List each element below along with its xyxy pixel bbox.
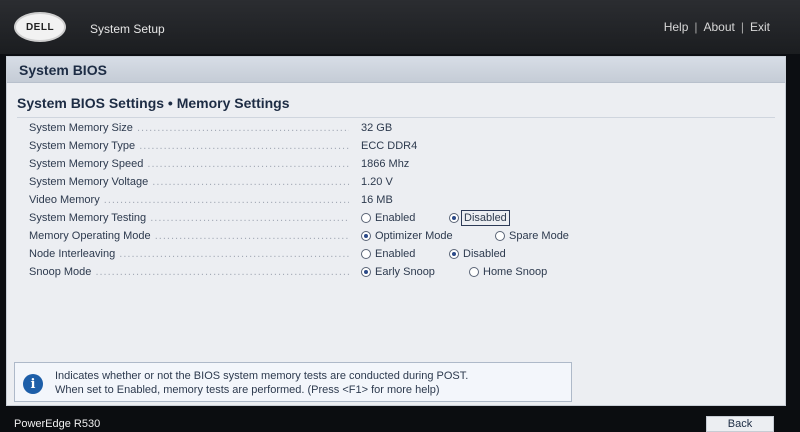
help-text: Indicates whether or not the BIOS system… — [55, 369, 468, 397]
dell-logo: DELL — [14, 12, 66, 42]
setting-label: System Memory Testing — [29, 212, 349, 224]
radio-checked-icon[interactable] — [449, 213, 459, 223]
setting-row-memory-type: System Memory Type ECC DDR4 — [29, 138, 769, 156]
setting-row-memory-speed: System Memory Speed 1866 Mhz — [29, 156, 769, 174]
help-info-box: i Indicates whether or not the BIOS syst… — [14, 362, 572, 402]
setting-row-memory-size: System Memory Size 32 GB — [29, 120, 769, 138]
link-separator: | — [740, 20, 744, 34]
radio-checked-icon[interactable] — [361, 267, 371, 277]
option-enabled[interactable]: Enabled — [361, 212, 415, 224]
setting-label: System Memory Speed — [29, 158, 349, 170]
radio-checked-icon[interactable] — [449, 249, 459, 259]
exit-link[interactable]: Exit — [750, 20, 770, 34]
setting-value: 32 GB — [361, 122, 393, 134]
option-spare-mode[interactable]: Spare Mode — [495, 230, 569, 242]
option-early-snoop[interactable]: Early Snoop — [361, 266, 435, 278]
footer-bar: PowerEdge R530 Back — [0, 410, 800, 432]
help-text-line: When set to Enabled, memory tests are pe… — [55, 384, 440, 396]
setting-label: Node Interleaving — [29, 248, 349, 260]
option-label: Spare Mode — [509, 230, 569, 242]
option-enabled[interactable]: Enabled — [361, 248, 415, 260]
setting-row-operating-mode: Memory Operating Mode Optimizer Mode Spa… — [29, 228, 769, 246]
about-link[interactable]: About — [704, 20, 735, 34]
title-divider — [17, 117, 775, 118]
setting-value: 1.20 V — [361, 176, 393, 188]
setting-label: System Memory Voltage — [29, 176, 349, 188]
setting-value: 16 MB — [361, 194, 393, 206]
top-links: Help | About | Exit — [664, 20, 770, 34]
setting-row-node-interleaving: Node Interleaving Enabled Disabled — [29, 246, 769, 264]
setting-label: System Memory Type — [29, 140, 349, 152]
setting-row-memory-voltage: System Memory Voltage 1.20 V — [29, 174, 769, 192]
option-label: Enabled — [375, 212, 416, 224]
top-bar: DELL System Setup Help | About | Exit — [0, 0, 800, 54]
help-link[interactable]: Help — [664, 20, 689, 34]
link-separator: | — [694, 20, 698, 34]
option-disabled[interactable]: Disabled — [449, 248, 506, 260]
setting-label: Memory Operating Mode — [29, 230, 349, 242]
settings-list: System Memory Size 32 GB System Memory T… — [29, 120, 769, 282]
setting-value: 1866 Mhz — [361, 158, 410, 170]
option-label: Home Snoop — [483, 266, 548, 278]
setting-row-video-memory: Video Memory 16 MB — [29, 192, 769, 210]
option-disabled[interactable]: Disabled — [449, 210, 510, 226]
setting-label: Snoop Mode — [29, 266, 349, 278]
setting-row-snoop-mode: Snoop Mode Early Snoop Home Snoop — [29, 264, 769, 282]
option-optimizer-mode[interactable]: Optimizer Mode — [361, 230, 453, 242]
option-label: Disabled — [461, 210, 510, 226]
radio-unchecked-icon[interactable] — [469, 267, 479, 277]
page-title: System BIOS Settings • Memory Settings — [17, 95, 290, 111]
settings-panel: System BIOS System BIOS Settings • Memor… — [6, 56, 786, 406]
setting-label: Video Memory — [29, 194, 349, 206]
model-name: PowerEdge R530 — [14, 418, 101, 430]
info-icon: i — [23, 374, 43, 394]
radio-unchecked-icon[interactable] — [361, 213, 371, 223]
setting-row-memory-testing: System Memory Testing Enabled Disabled — [29, 210, 769, 228]
setting-value: ECC DDR4 — [361, 140, 418, 152]
section-header: System BIOS — [7, 57, 785, 83]
section-title: System BIOS — [19, 62, 107, 78]
radio-unchecked-icon[interactable] — [495, 231, 505, 241]
back-button[interactable]: Back — [706, 416, 774, 432]
radio-unchecked-icon[interactable] — [361, 249, 371, 259]
option-label: Early Snoop — [375, 266, 435, 278]
radio-checked-icon[interactable] — [361, 231, 371, 241]
option-label: Disabled — [463, 248, 506, 260]
setting-label: System Memory Size — [29, 122, 349, 134]
option-home-snoop[interactable]: Home Snoop — [469, 266, 547, 278]
option-label: Enabled — [375, 248, 416, 260]
app-title: System Setup — [90, 22, 165, 36]
option-label: Optimizer Mode — [375, 230, 453, 242]
help-text-line: Indicates whether or not the BIOS system… — [55, 370, 469, 382]
